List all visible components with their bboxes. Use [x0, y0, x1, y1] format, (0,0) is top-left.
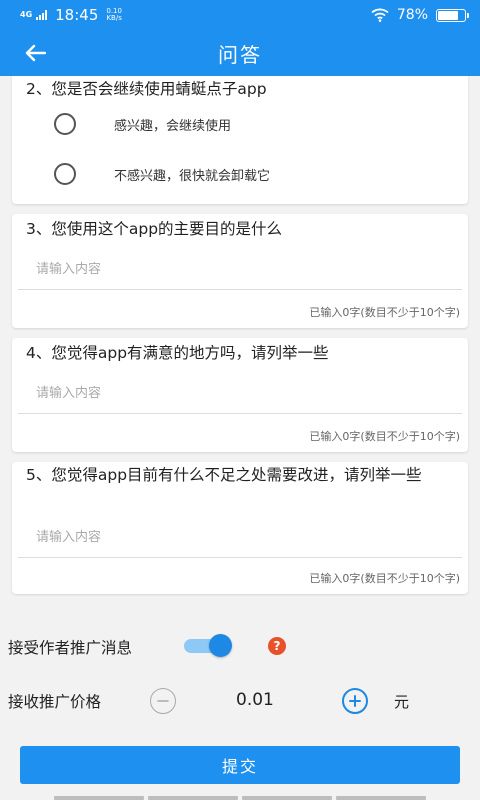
question-title: 2、您是否会继续使用蜻蜓点子app: [26, 80, 267, 98]
answer-input[interactable]: [18, 518, 462, 558]
decrease-price-button[interactable]: [150, 688, 176, 714]
question-card-2: 2、您是否会继续使用蜻蜓点子app 感兴趣，会继续使用 不感兴趣，很快就会卸载它: [12, 76, 468, 204]
wifi-icon: [371, 8, 389, 22]
question-title: 3、您使用这个app的主要目的是什么: [26, 220, 283, 238]
question-card-4: 4、您觉得app有满意的地方吗，请列举一些 已输入0字(数目不少于10个字): [12, 338, 468, 452]
promo-label: 接受作者推广消息: [8, 639, 133, 657]
app-bar: 问答: [0, 30, 480, 76]
network-speed: 0.10 KB/s: [106, 8, 122, 22]
option-label: 感兴趣，会继续使用: [114, 118, 232, 134]
answer-input[interactable]: [18, 374, 462, 414]
battery-percent: 78%: [396, 7, 428, 23]
questionnaire-content[interactable]: 2、您是否会继续使用蜻蜓点子app 感兴趣，会继续使用 不感兴趣，很快就会卸载它…: [0, 76, 480, 800]
page-title: 问答: [218, 42, 262, 67]
minus-icon: [157, 700, 169, 702]
question-title: 5、您觉得app目前有什么不足之处需要改进，请列举一些: [26, 466, 422, 484]
question-title: 4、您觉得app有满意的地方吗，请列举一些: [26, 344, 329, 362]
help-icon[interactable]: ?: [268, 637, 286, 655]
toggle-knob: [209, 634, 232, 657]
battery-level: [438, 10, 459, 20]
option-interested[interactable]: 感兴趣，会继续使用: [54, 113, 231, 135]
char-counter: 已输入0字(数目不少于10个字): [309, 306, 460, 319]
status-bar: 4G 18:45 0.10 KB/s 78%: [0, 0, 480, 30]
question-card-5: 5、您觉得app目前有什么不足之处需要改进，请列举一些 已输入0字(数目不少于1…: [12, 462, 468, 594]
signal-icon: [36, 10, 48, 20]
bottom-tab-peek: [54, 796, 426, 800]
network-type: 4G: [20, 10, 33, 19]
plus-icon: [349, 695, 361, 707]
option-label: 不感兴趣，很快就会卸载它: [114, 168, 271, 184]
submit-button[interactable]: 提交: [20, 746, 460, 784]
back-button[interactable]: [20, 38, 50, 68]
answer-input[interactable]: [18, 250, 462, 290]
increase-price-button[interactable]: [342, 688, 368, 714]
char-counter: 已输入0字(数目不少于10个字): [309, 430, 460, 443]
option-not-interested[interactable]: 不感兴趣，很快就会卸载它: [54, 163, 270, 185]
promo-toggle[interactable]: [184, 633, 232, 657]
speed-unit: KB/s: [106, 14, 122, 22]
price-label: 接收推广价格: [8, 693, 102, 711]
price-unit: 元: [394, 693, 410, 711]
char-counter: 已输入0字(数目不少于10个字): [309, 572, 460, 585]
question-card-3: 3、您使用这个app的主要目的是什么 已输入0字(数目不少于10个字): [12, 214, 468, 328]
price-value: 0.01: [236, 690, 274, 710]
battery-icon: [436, 8, 469, 22]
radio-button[interactable]: [54, 113, 76, 135]
radio-button[interactable]: [54, 163, 76, 185]
arrow-left-icon: [25, 44, 46, 62]
status-time: 18:45: [55, 6, 99, 24]
